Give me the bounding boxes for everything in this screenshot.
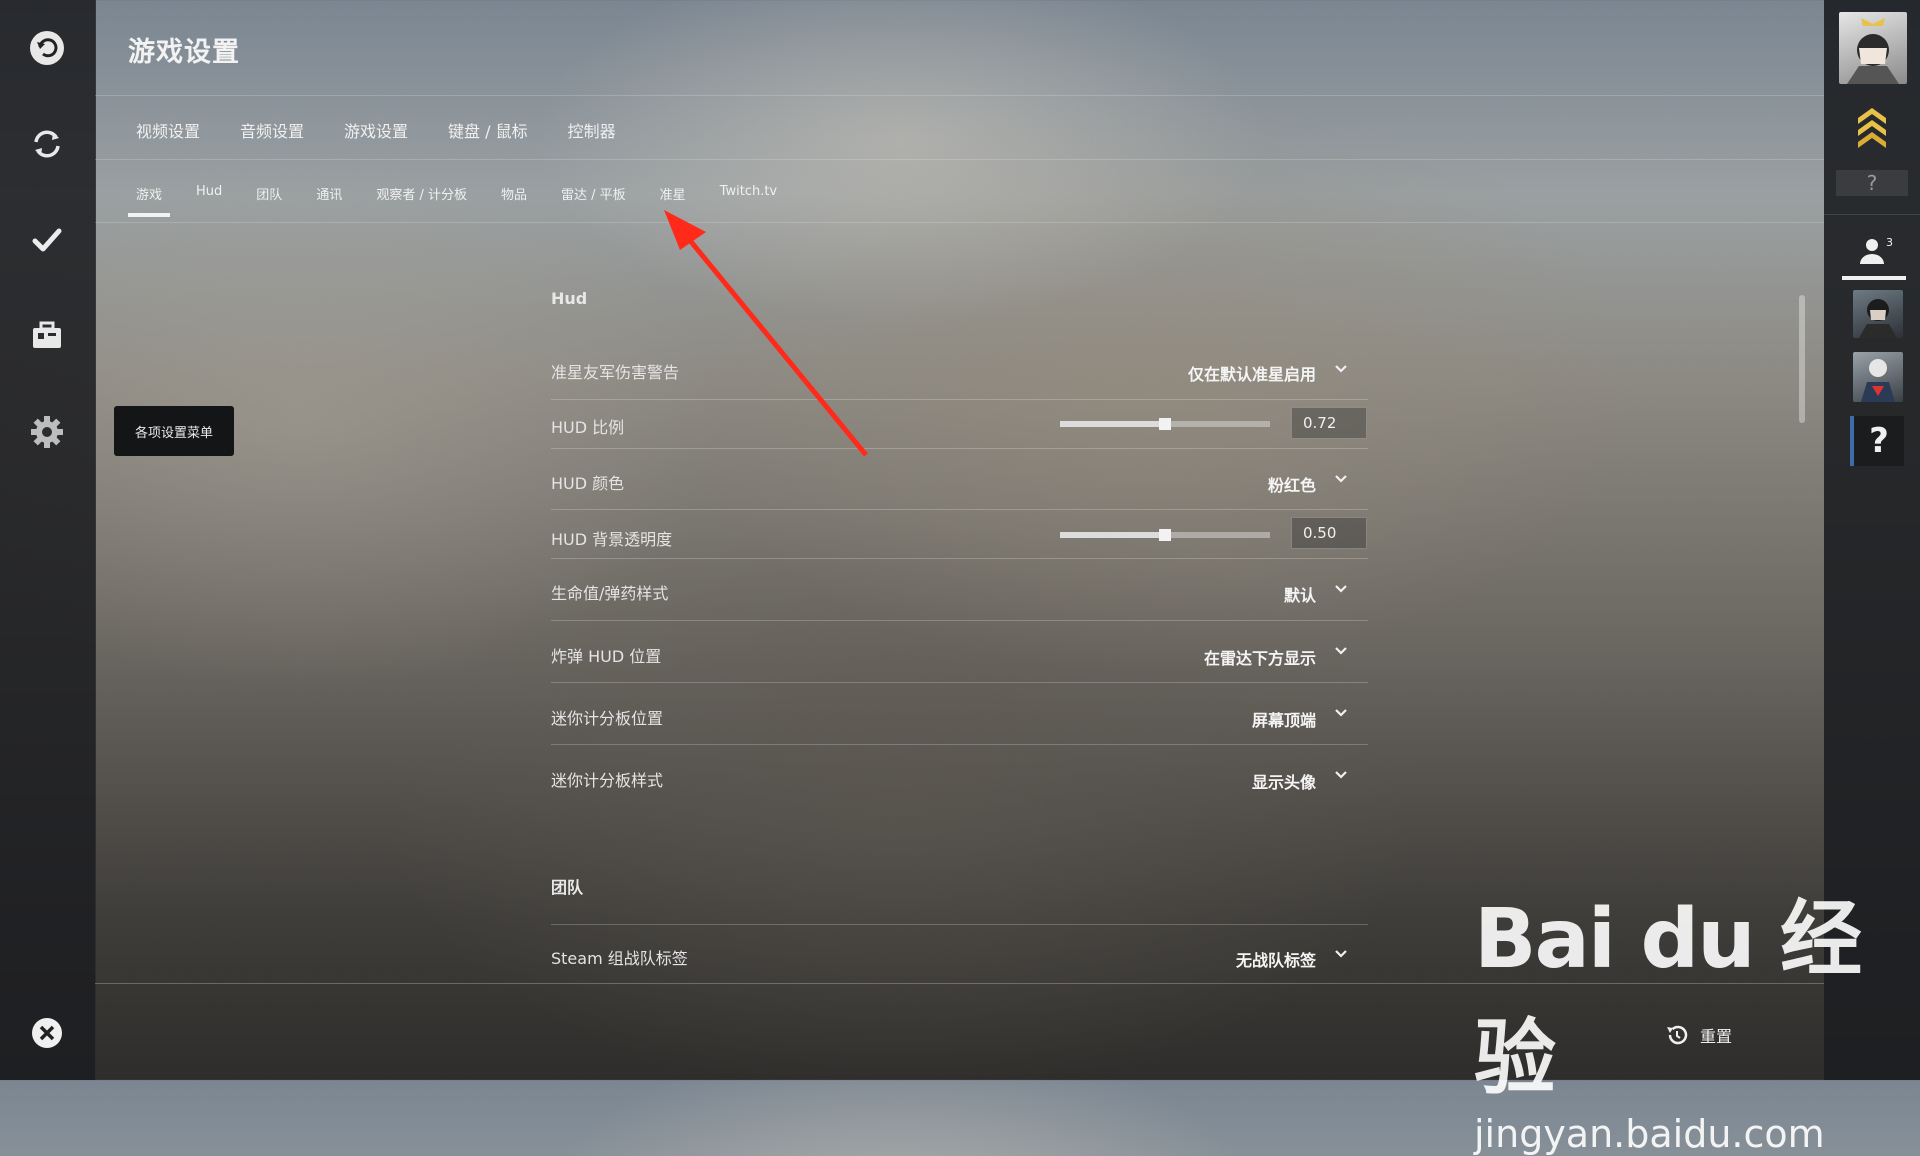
left-sidebar	[0, 0, 96, 1080]
friend-avatar[interactable]	[1853, 290, 1903, 338]
setting-dropdown-value[interactable]: 默认	[1284, 582, 1316, 606]
sub-tabs: 游戏 Hud 团队 通讯 观察者 / 计分板 物品 雷达 / 平板 准星 Twi…	[128, 182, 803, 217]
setting-row[interactable]: 迷你计分板样式 显示头像	[551, 744, 1368, 806]
divider	[95, 159, 1824, 160]
friends-count: 3	[1886, 236, 1893, 249]
tab-keyboard-mouse[interactable]: 键盘 / 鼠标	[448, 118, 528, 142]
setting-dropdown-value[interactable]: 屏幕顶端	[1252, 707, 1316, 731]
setting-dropdown-value[interactable]: 显示头像	[1252, 769, 1316, 793]
setting-row: HUD 背景透明度 0.50	[551, 509, 1368, 559]
divider	[95, 95, 1824, 96]
setting-row[interactable]: 生命值/弹药样式 默认	[551, 558, 1368, 621]
setting-label: 迷你计分板位置	[551, 709, 664, 728]
subtab-team[interactable]: 团队	[248, 182, 290, 217]
page-title: 游戏设置	[128, 37, 240, 68]
chevron-down-icon[interactable]	[1334, 644, 1348, 658]
subtab-items[interactable]: 物品	[493, 182, 535, 217]
setting-dropdown-value[interactable]: 在雷达下方显示	[1204, 645, 1316, 669]
divider	[95, 222, 1824, 223]
unknown-friend-avatar[interactable]: ?	[1854, 416, 1904, 466]
setting-label: 生命值/弹药样式	[551, 584, 669, 603]
setting-label: 炸弹 HUD 位置	[551, 647, 662, 666]
friends-tab-indicator	[1842, 276, 1906, 280]
briefcase-icon[interactable]	[27, 316, 67, 356]
subtab-comms[interactable]: 通讯	[308, 182, 350, 217]
setting-label: HUD 背景透明度	[551, 530, 673, 549]
setting-label: HUD 比例	[551, 418, 625, 437]
subtab-twitch[interactable]: Twitch.tv	[712, 182, 785, 217]
subtab-crosshair[interactable]: 准星	[652, 182, 694, 217]
gear-icon[interactable]	[27, 412, 67, 452]
chevron-down-icon[interactable]	[1334, 472, 1348, 486]
section-title-hud: Hud	[551, 289, 588, 308]
tab-video[interactable]: 视频设置	[136, 118, 200, 142]
setting-row[interactable]: 迷你计分板位置 屏幕顶端	[551, 682, 1368, 745]
watermark-url: jingyan.baidu.com	[1474, 1112, 1825, 1156]
scrollbar[interactable]	[1799, 295, 1805, 423]
player-avatar[interactable]	[1839, 12, 1907, 84]
rank-chevron-icon[interactable]	[1854, 104, 1890, 148]
setting-label: 准星友军伤害警告	[551, 363, 680, 382]
main-tabs: 视频设置 音频设置 游戏设置 键盘 / 鼠标 控制器	[136, 118, 616, 142]
setting-dropdown-value[interactable]: 无战队标签	[1236, 947, 1316, 971]
section-title-team: 团队	[551, 878, 584, 897]
setting-dropdown-value[interactable]: 仅在默认准星启用	[1188, 361, 1316, 385]
setting-row[interactable]: Steam 组战队标签 无战队标签	[551, 938, 1368, 982]
refresh-icon[interactable]	[27, 124, 67, 164]
rank-unknown-badge: ?	[1836, 170, 1908, 196]
hud-scale-slider[interactable]	[1060, 418, 1270, 430]
slider-fill	[1060, 421, 1165, 427]
friends-icon[interactable]: 3	[1858, 236, 1898, 266]
setting-dropdown-value[interactable]: 粉红色	[1268, 472, 1316, 496]
slider-fill	[1060, 532, 1165, 538]
divider	[1824, 214, 1920, 215]
divider	[551, 923, 1368, 925]
watermark-logo: Bai du 经验	[1474, 892, 1862, 1106]
setting-label: 迷你计分板样式	[551, 771, 664, 790]
setting-label: Steam 组战队标签	[551, 949, 688, 968]
subtab-hud[interactable]: Hud	[188, 182, 230, 217]
tab-audio[interactable]: 音频设置	[240, 118, 304, 142]
setting-row: HUD 比例 0.72	[551, 399, 1368, 449]
chevron-down-icon[interactable]	[1334, 947, 1348, 961]
chevron-down-icon[interactable]	[1334, 706, 1348, 720]
subtab-spectator-scoreboard[interactable]: 观察者 / 计分板	[368, 182, 475, 217]
setting-label: HUD 颜色	[551, 474, 625, 493]
tab-controller[interactable]: 控制器	[568, 118, 616, 142]
setting-row[interactable]: 炸弹 HUD 位置 在雷达下方显示	[551, 620, 1368, 683]
hud-scale-input[interactable]: 0.72	[1291, 407, 1367, 439]
hud-bg-opacity-input[interactable]: 0.50	[1291, 517, 1367, 549]
watermark: Bai du 经验 jingyan.baidu.com	[1474, 872, 1920, 1156]
chevron-down-icon[interactable]	[1334, 362, 1348, 376]
subtab-radar-tablet[interactable]: 雷达 / 平板	[553, 182, 634, 217]
close-icon[interactable]	[27, 1013, 67, 1053]
subtab-game[interactable]: 游戏	[128, 182, 171, 217]
slider-thumb[interactable]	[1159, 529, 1171, 541]
chevron-down-icon[interactable]	[1334, 768, 1348, 782]
tab-game[interactable]: 游戏设置	[344, 118, 408, 142]
slider-thumb[interactable]	[1159, 418, 1171, 430]
back-icon[interactable]	[27, 28, 67, 68]
chevron-down-icon[interactable]	[1334, 582, 1348, 596]
hud-bg-opacity-slider[interactable]	[1060, 529, 1270, 541]
friend-avatar[interactable]	[1853, 352, 1903, 402]
setting-row[interactable]: 准星友军伤害警告 仅在默认准星启用	[551, 348, 1368, 400]
check-icon[interactable]	[27, 220, 67, 260]
setting-row[interactable]: HUD 颜色 粉红色	[551, 448, 1368, 510]
tooltip: 各项设置菜单	[114, 406, 234, 456]
